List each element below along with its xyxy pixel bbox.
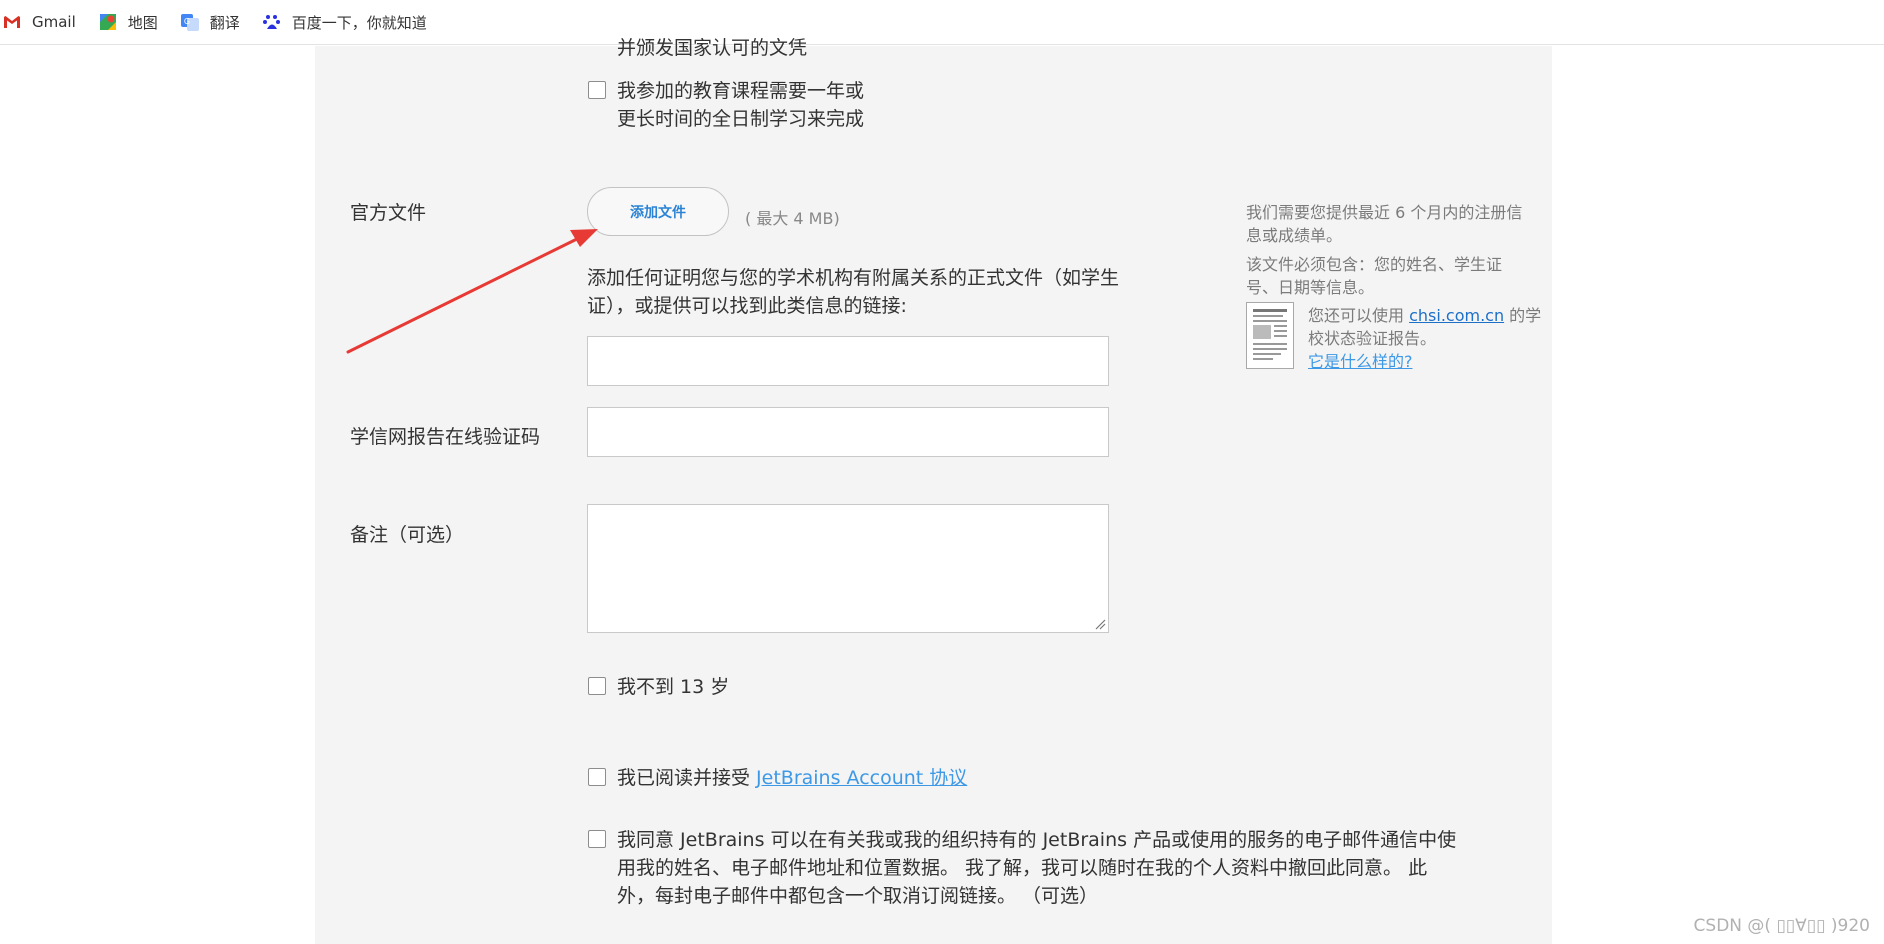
watermark: CSDN @( ▯▯∀▯▯ )920	[1693, 916, 1870, 936]
annotation-arrow-icon	[346, 229, 598, 354]
